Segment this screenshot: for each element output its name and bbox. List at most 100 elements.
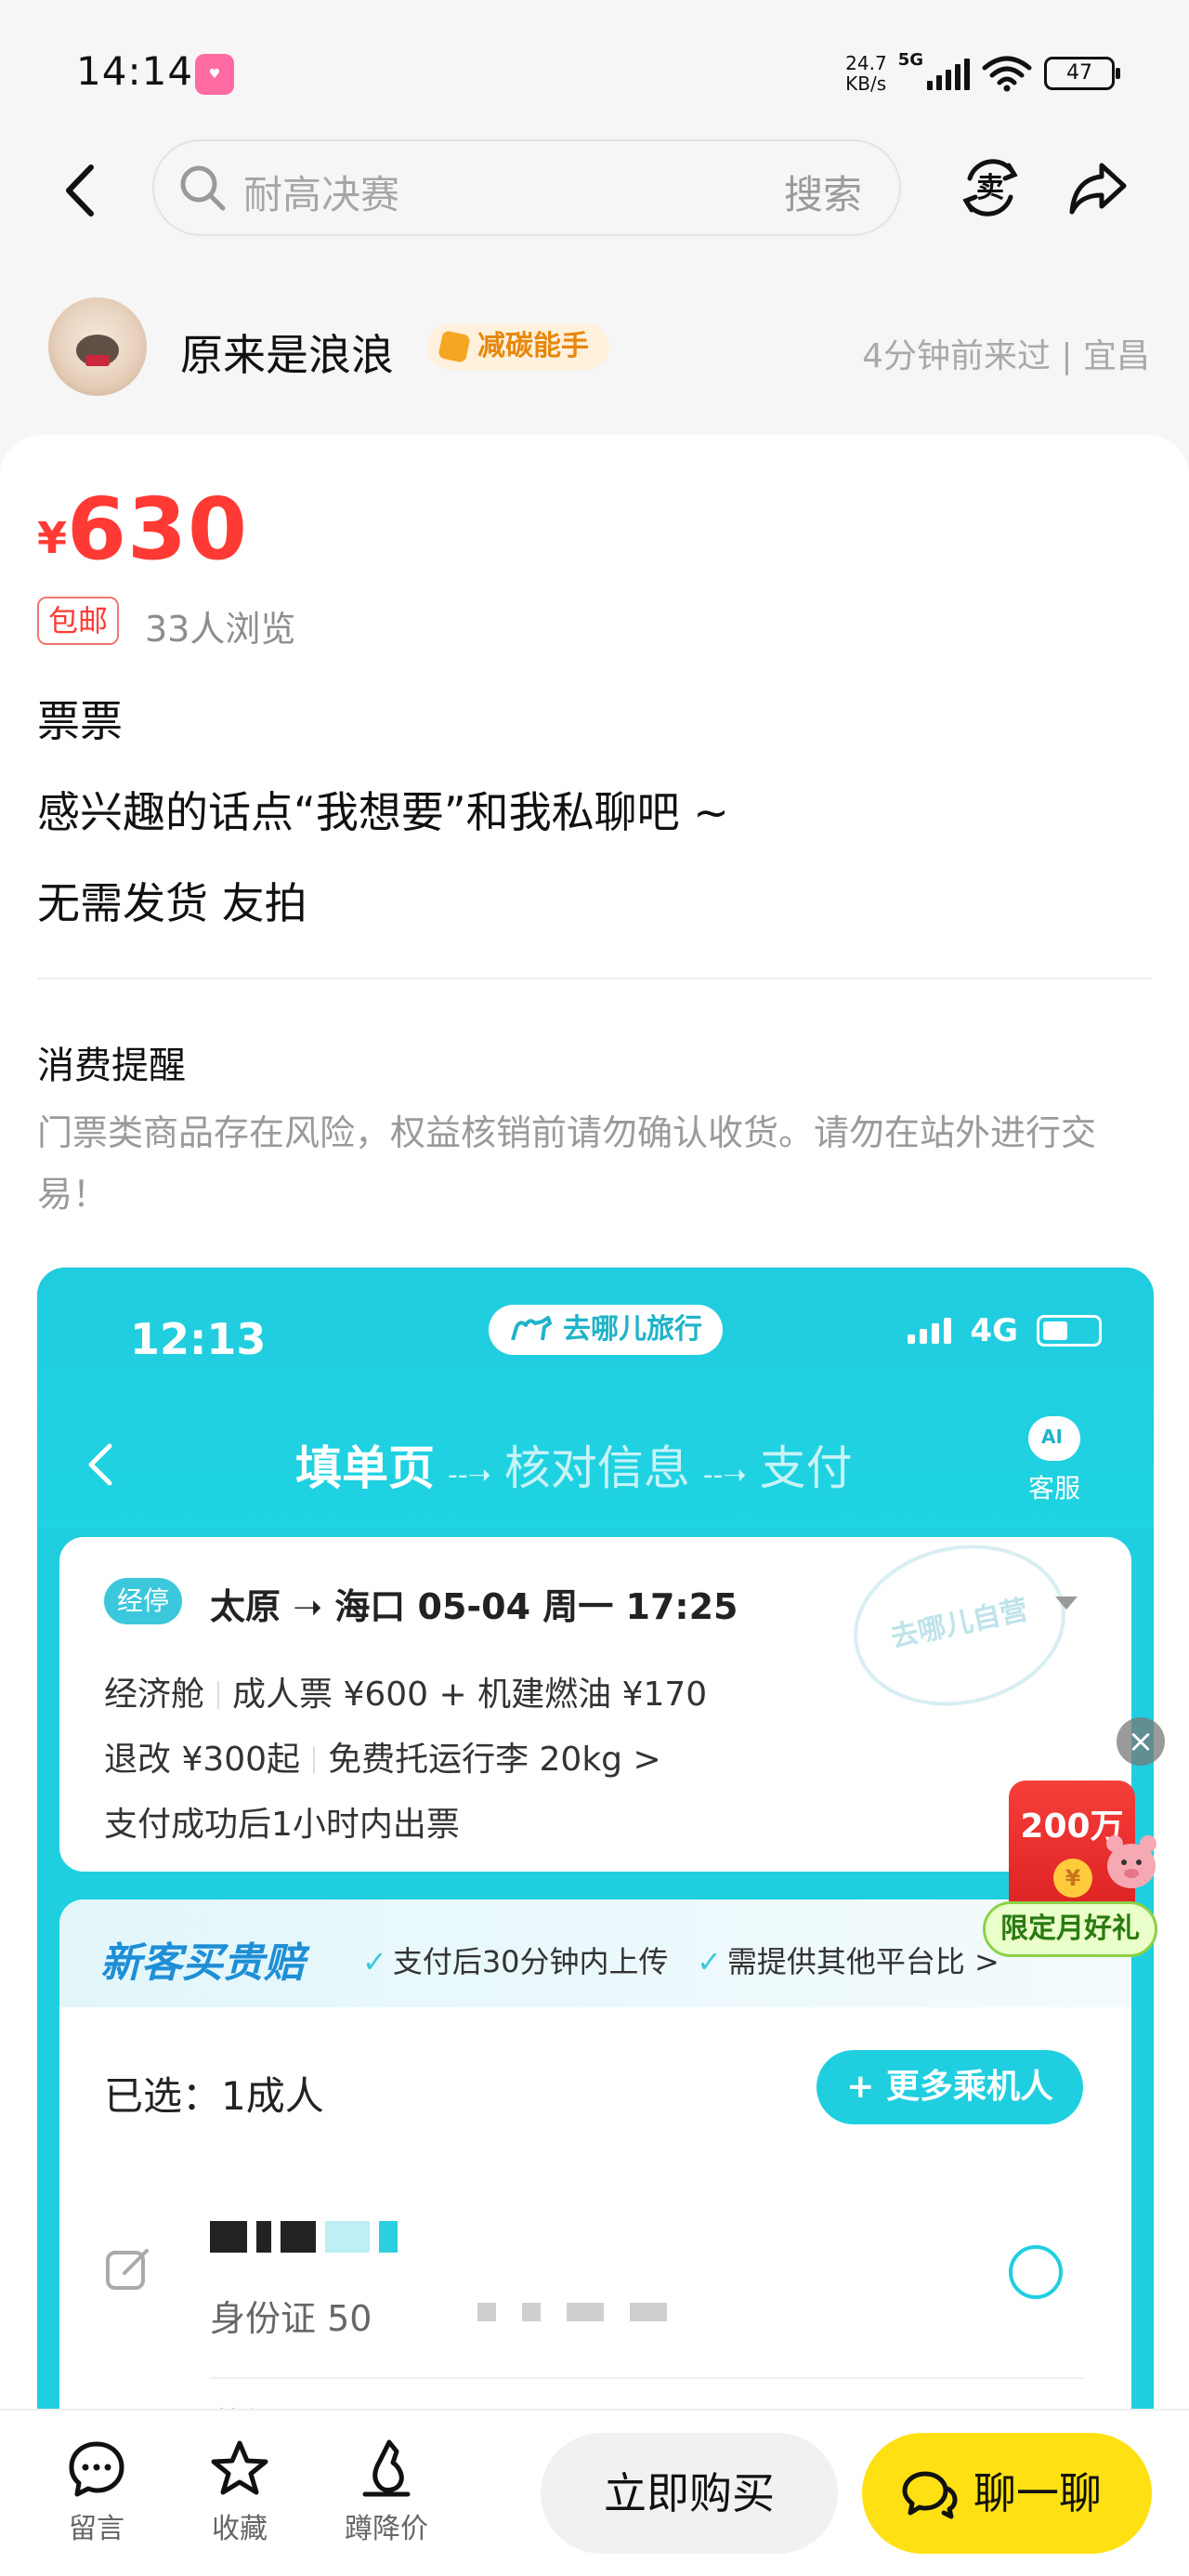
photo-brand-label: 去哪儿旅行	[563, 1313, 702, 1346]
guarantee-points: ✓ 支付后30分钟内上传 ✓ 需提供其他平台比 >	[362, 1939, 1000, 1981]
divider	[37, 978, 1152, 979]
guarantee-point: 需提供其他平台比 >	[726, 1944, 1000, 1979]
price-value: 630	[67, 480, 249, 579]
signal-icon	[927, 57, 970, 90]
service-label: 客服	[1027, 1473, 1080, 1504]
fare-breakdown: 成人票 ¥600 + 机建燃油 ¥170	[232, 1676, 708, 1714]
sell-icon[interactable]: 卖	[957, 154, 1024, 221]
comment-icon	[69, 2441, 124, 2497]
step-verify: 核对信息	[503, 1441, 690, 1495]
step-arrow: --➝	[448, 1459, 491, 1492]
description-line: 感兴趣的话点“我想要”和我私聊吧 ~	[37, 787, 729, 837]
share-icon[interactable]	[1065, 154, 1131, 221]
photo-signal-icon	[908, 1318, 952, 1344]
reminder-body: 门票类商品存在风险，权益核销前请勿确认收货。请勿在站外进行交易！	[37, 1112, 1097, 1215]
description-line: 无需发货 友拍	[37, 878, 307, 928]
favorite-label: 收藏	[212, 2513, 268, 2545]
buy-now-button[interactable]: 立即购买	[541, 2433, 838, 2554]
price-drop-icon	[362, 2439, 411, 2497]
chat-label: 聊一聊	[973, 2468, 1102, 2518]
price-drop-button[interactable]: 蹲降价	[331, 2438, 442, 2546]
camel-icon	[511, 1316, 552, 1341]
guarantee-title: 新客买贵赔	[100, 1939, 305, 1987]
stopover-badge: 经停	[104, 1578, 183, 1624]
stamp-watermark: 去哪儿自营	[838, 1525, 1081, 1726]
chat-bubbles-icon	[902, 2471, 958, 2519]
chat-button[interactable]: 聊一聊	[862, 2433, 1152, 2554]
status-time: 14:14	[76, 48, 194, 94]
passenger-id-redacted	[477, 2303, 667, 2321]
view-count: 33人浏览	[145, 609, 296, 650]
photo-back-icon	[88, 1443, 112, 1486]
baggage-policy: 免费托运行李 20kg >	[328, 1741, 661, 1779]
photo-status-time: 12:13	[130, 1314, 267, 1364]
check-icon: ✓	[697, 1944, 722, 1979]
sell-icon-text: 卖	[976, 172, 1004, 204]
promo-label[interactable]: 限定月好礼	[983, 1901, 1157, 1957]
step-current: 填单页	[295, 1441, 435, 1495]
search-icon	[180, 165, 226, 211]
reminder-title: 消费提醒	[37, 1045, 186, 1087]
policy-line: 退改 ¥300起 免费托运行李 20kg >	[104, 1732, 661, 1781]
net-speed-unit: KB/s	[845, 72, 887, 95]
photo-steps: 填单页 --➝ 核对信息 --➝ 支付	[295, 1431, 853, 1498]
selected-passengers: 已选：1成人	[104, 2073, 324, 2119]
step-arrow: --➝	[702, 1459, 747, 1492]
passenger-name-redacted	[210, 2221, 398, 2253]
status-bar: 14:14 ♥ 24.7 KB/s 5G 47	[0, 0, 1189, 149]
seller-row[interactable]: 原来是浪浪 减碳能手 4分钟前来过 | 宜昌	[0, 288, 1189, 409]
divider	[210, 2377, 1083, 2379]
fare-line: 经济舱 成人票 ¥600 + 机建燃油 ¥170	[104, 1667, 707, 1715]
app-notification-icon: ♥	[195, 54, 234, 95]
message-label: 留言	[69, 2513, 124, 2545]
net-speed: 24.7 KB/s	[845, 53, 887, 94]
bottom-action-bar: 留言 收藏 蹲降价 立即购买 聊一聊	[0, 2409, 1189, 2576]
coin-icon: ¥	[1053, 1859, 1092, 1898]
back-arrow-icon[interactable]	[52, 158, 108, 223]
description-line: 票票	[37, 696, 123, 746]
step-pay: 支付	[759, 1441, 853, 1495]
edit-icon	[106, 2249, 149, 2290]
passenger-radio	[1009, 2245, 1063, 2299]
photo-brand-pill: 去哪儿旅行	[489, 1305, 723, 1355]
search-button[interactable]: 搜索	[784, 164, 862, 220]
photo-battery-icon	[1037, 1315, 1102, 1347]
item-price: ¥630	[37, 480, 248, 579]
battery-icon: 47	[1044, 57, 1120, 90]
more-passengers-button: + 更多乘机人	[817, 2050, 1083, 2124]
ticketing-note: 支付成功后1小时内出票	[104, 1806, 460, 1844]
refund-policy: 退改 ¥300起	[104, 1741, 301, 1779]
network-type: 5G	[897, 50, 923, 70]
robot-icon	[1028, 1416, 1080, 1461]
free-shipping-tag: 包邮	[37, 597, 120, 645]
star-icon	[211, 2440, 268, 2495]
photo-flight-card: 去哪儿自营 经停 太原 ➝ 海口 05-04 周一 17:25 经济舱 成人票 ¥…	[59, 1525, 1131, 1872]
passenger-id: 身份证 50	[210, 2298, 372, 2339]
favorite-button[interactable]: 收藏	[184, 2438, 295, 2546]
mascot-icon	[1106, 1835, 1156, 1888]
message-button[interactable]: 留言	[41, 2438, 152, 2546]
wifi-icon	[982, 56, 1032, 92]
chevron-down-icon	[1055, 1597, 1078, 1610]
item-card: ¥630 包邮 33人浏览 票票 感兴趣的话点“我想要”和我私聊吧 ~ 无需发货…	[0, 435, 1189, 2576]
seller-name[interactable]: 原来是浪浪	[180, 322, 394, 383]
flight-route: 太原 ➝ 海口 05-04 周一 17:25	[210, 1586, 738, 1627]
check-icon: ✓	[362, 1944, 387, 1979]
price-drop-label: 蹲降价	[345, 2513, 428, 2545]
leaf-icon	[438, 330, 471, 363]
photo-network: 4G	[970, 1312, 1018, 1349]
currency-symbol: ¥	[37, 513, 68, 563]
photo-service: 客服	[1022, 1416, 1087, 1505]
guarantee-point: 支付后30分钟内上传	[392, 1944, 669, 1979]
top-nav: 耐高决赛 搜索 卖	[0, 139, 1189, 242]
net-speed-value: 24.7	[845, 52, 887, 74]
photo-status-right: 4G	[908, 1312, 1102, 1349]
seller-avatar[interactable]	[48, 297, 147, 396]
seller-badge: 减碳能手	[427, 323, 609, 370]
promo-close-button[interactable]: ×	[1117, 1717, 1165, 1766]
search-input[interactable]: 耐高决赛 搜索	[152, 139, 901, 236]
cabin-class: 经济舱	[104, 1676, 205, 1714]
status-right: 24.7 KB/s 5G 47	[845, 50, 1120, 97]
seller-last-seen: 4分钟前来过 | 宜昌	[862, 337, 1150, 375]
search-placeholder: 耐高决赛	[243, 172, 400, 217]
